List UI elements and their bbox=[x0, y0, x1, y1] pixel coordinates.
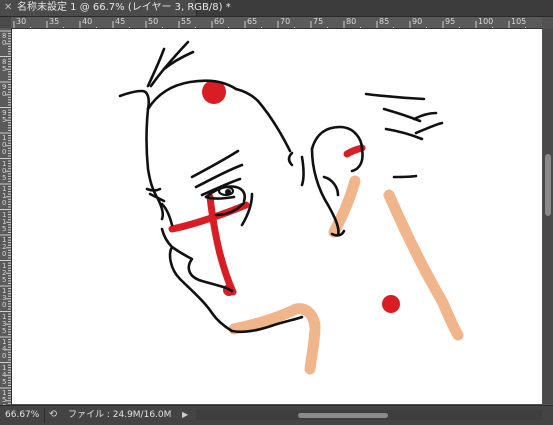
red-strokes bbox=[168, 144, 366, 296]
share-icon[interactable]: ⟲ bbox=[47, 409, 59, 421]
ruler-label: 70 bbox=[280, 17, 291, 26]
ruler-label: 35 bbox=[49, 17, 60, 26]
ink-outline-strokes bbox=[118, 40, 444, 334]
vertical-ruler[interactable]: 8085909510010511011512012513013514014515… bbox=[0, 28, 12, 405]
vertical-scrollbar[interactable] bbox=[543, 29, 553, 404]
status-separator bbox=[44, 408, 45, 423]
ruler-label: 55 bbox=[181, 17, 192, 26]
document-canvas[interactable] bbox=[12, 29, 542, 404]
ruler-label: 100 bbox=[478, 17, 494, 26]
ruler-label: 85 bbox=[379, 17, 390, 26]
status-menu-arrow[interactable]: ▶ bbox=[182, 409, 192, 421]
zoom-level[interactable]: 66.67% bbox=[5, 409, 39, 421]
horizontal-ruler[interactable]: 30 35 40 45 50 55 60 65 70 75 80 85 90 95 100 105 bbox=[11, 17, 542, 29]
ruler-label: 30 bbox=[16, 17, 27, 26]
ruler-label: 105 bbox=[511, 17, 527, 26]
close-icon[interactable]: ✕ bbox=[4, 1, 16, 15]
document-tab[interactable]: ✕ 名称未設定 1 @ 66.7% (レイヤー 3, RGB/8) * bbox=[0, 0, 231, 16]
horizontal-scrollbar[interactable] bbox=[196, 410, 542, 420]
ruler-label: 50 bbox=[148, 17, 159, 26]
ruler-label: 60 bbox=[214, 17, 225, 26]
red-dot-cheek bbox=[382, 295, 400, 313]
ruler-label: 80 bbox=[346, 17, 357, 26]
document-title: 名称未設定 1 @ 66.7% (レイヤー 3, RGB/8) * bbox=[17, 2, 231, 13]
horizontal-scrollbar-thumb[interactable] bbox=[298, 413, 388, 418]
ruler-label: 40 bbox=[82, 17, 93, 26]
ruler-label: 65 bbox=[247, 17, 258, 26]
ruler-label: 45 bbox=[115, 17, 126, 26]
ruler-label: 95 bbox=[445, 17, 456, 26]
skin-color-strokes bbox=[228, 175, 464, 375]
ruler-label: 90 bbox=[412, 17, 423, 26]
ruler-label: 75 bbox=[313, 17, 324, 26]
vertical-scrollbar-thumb[interactable] bbox=[545, 154, 551, 216]
file-size-info: ファイル : 24.9M/16.0M bbox=[68, 410, 172, 420]
drawing-artwork bbox=[118, 40, 464, 375]
status-bar: 66.67% ⟲ ファイル : 24.9M/16.0M ▶ bbox=[0, 405, 553, 425]
document-tab-bar: ✕ 名称未設定 1 @ 66.7% (レイヤー 3, RGB/8) * bbox=[0, 0, 553, 17]
ruler-origin[interactable] bbox=[0, 17, 11, 28]
